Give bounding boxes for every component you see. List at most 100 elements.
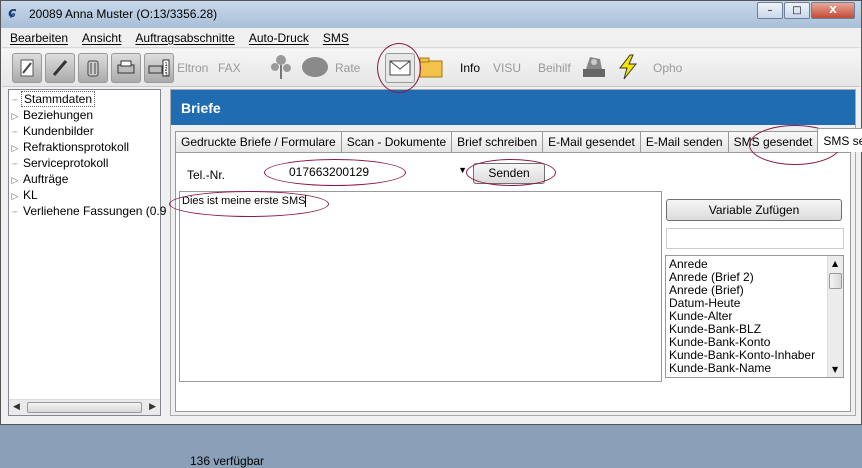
- menu-bearbeiten[interactable]: Bearbeiten: [10, 31, 68, 45]
- tab-gedruckte-briefe[interactable]: Gedruckte Briefe / Formulare: [175, 131, 342, 152]
- visu-label: VISU: [493, 61, 522, 75]
- fax-label: FAX: [218, 61, 241, 75]
- visu-button[interactable]: VISU: [493, 52, 521, 84]
- phone-number-value: 017663200129: [289, 165, 370, 179]
- letters-panel: Briefe Gedruckte Briefe / Formulare Scan…: [170, 89, 862, 468]
- phone-number-select[interactable]: 017663200129 ▼: [284, 163, 467, 183]
- opho-button[interactable]: Opho: [653, 52, 682, 84]
- title-bar: ɕ 20089 Anna Muster (O:13/3356.28) – □ X: [1, 1, 861, 28]
- trash-button[interactable]: [78, 52, 108, 84]
- maximize-button[interactable]: □: [784, 2, 810, 19]
- tree-item-kundenbilder[interactable]: ┈ Kundenbilder: [9, 124, 96, 140]
- pen-icon: [45, 53, 75, 83]
- tree-button[interactable]: [268, 52, 294, 84]
- variable-filter-input[interactable]: [666, 228, 844, 249]
- scroll-thumb[interactable]: [27, 402, 142, 413]
- info-button[interactable]: Info: [460, 52, 480, 84]
- sms-send-panel: Tel.-Nr. 017663200129 ▼ Senden Dies ist …: [175, 152, 851, 468]
- scroll-up-icon[interactable]: ▲: [832, 259, 838, 268]
- tree-item-label: Verliehene Fassungen (0.9: [23, 204, 167, 218]
- tree-item-kl[interactable]: ▷ KL: [9, 188, 40, 204]
- trash-icon: [78, 53, 108, 83]
- branch-icon: [268, 53, 294, 84]
- print-button[interactable]: [111, 52, 141, 84]
- tree-item-beziehungen[interactable]: ▷ Beziehungen: [9, 108, 95, 124]
- send-button[interactable]: Senden: [473, 163, 545, 184]
- tab-sms-senden[interactable]: SMS senden: [817, 128, 862, 152]
- folder-button[interactable]: [418, 52, 444, 84]
- close-button[interactable]: X: [811, 2, 855, 19]
- tab-scan-dokumente[interactable]: Scan - Dokumente: [340, 131, 453, 152]
- message-textarea[interactable]: Dies ist meine erste SMS: [179, 191, 662, 382]
- tree-item-auftraege[interactable]: ▷ Aufträge: [9, 172, 70, 188]
- print-series-icon: 123: [144, 53, 174, 83]
- panel-header: Briefe: [171, 90, 855, 125]
- minimize-button[interactable]: –: [757, 2, 783, 19]
- beihilf-label: Beihilf: [538, 61, 571, 75]
- chars-available-status: 136 verfügbar: [190, 454, 265, 468]
- expand-icon[interactable]: ▷: [9, 191, 21, 202]
- expand-icon[interactable]: ▷: [9, 111, 21, 122]
- scroll-down-icon[interactable]: ▼: [832, 365, 838, 374]
- scroll-left-icon[interactable]: ◀: [13, 402, 20, 412]
- menu-auto-druck[interactable]: Auto-Druck: [249, 31, 309, 45]
- scroll-thumb[interactable]: [829, 273, 842, 289]
- menu-bar: Bearbeiten Ansicht Auftragsabschnitte Au…: [2, 28, 860, 48]
- print-series-button[interactable]: 123: [144, 52, 174, 84]
- add-variable-button[interactable]: Variable Zufügen: [666, 199, 842, 221]
- letter-button[interactable]: [385, 52, 415, 84]
- envelope-icon: [385, 53, 415, 83]
- eltron-label: Eltron: [177, 61, 209, 75]
- message-text: Dies ist meine erste SMS: [182, 195, 306, 207]
- text-cursor: [305, 195, 307, 207]
- device-button[interactable]: [580, 52, 608, 84]
- folder-icon: [418, 55, 444, 82]
- tree-item-label: Kundenbilder: [23, 124, 94, 138]
- tel-label: Tel.-Nr.: [187, 168, 226, 182]
- horizontal-scrollbar[interactable]: ◀ ▶: [9, 399, 160, 415]
- tree-item-label: Aufträge: [23, 172, 69, 186]
- flash-button[interactable]: [617, 52, 639, 84]
- window-title: 20089 Anna Muster (O:13/3356.28): [29, 7, 218, 21]
- scroll-right-icon[interactable]: ▶: [149, 402, 156, 412]
- menu-auftragsabschnitte[interactable]: Auftragsabschnitte: [135, 31, 234, 45]
- application-window: ɕ 20089 Anna Muster (O:13/3356.28) – □ X…: [0, 0, 862, 468]
- tree-item-label: Serviceprotokoll: [23, 156, 109, 170]
- vertical-scrollbar[interactable]: ▲ ▼: [827, 256, 843, 377]
- chevron-down-icon[interactable]: ▼: [458, 165, 467, 175]
- tree-item-verliehene-fassungen[interactable]: ┈ Verliehene Fassungen (0.9: [9, 204, 168, 220]
- variable-list[interactable]: Anrede Anrede (Brief 2) Anrede (Brief) D…: [665, 255, 844, 378]
- app-icon: ɕ: [8, 5, 17, 21]
- tree-item-label: KL: [23, 188, 38, 202]
- list-item[interactable]: Kunde-Bank-Name: [669, 362, 771, 375]
- pen-button[interactable]: [45, 52, 75, 84]
- tab-email-senden[interactable]: E-Mail senden: [639, 131, 729, 152]
- tree-item-serviceprotokoll[interactable]: ┈ Serviceprotokoll: [9, 156, 110, 172]
- tree-item-refraktionsprotokoll[interactable]: ▷ Refraktionsprotokoll: [9, 140, 131, 156]
- tab-email-gesendet[interactable]: E-Mail gesendet: [542, 131, 641, 152]
- fax-button[interactable]: FAX: [218, 52, 241, 84]
- rate-button[interactable]: Rate: [335, 52, 360, 84]
- expand-icon[interactable]: ▷: [9, 143, 21, 154]
- device-icon: [580, 53, 608, 84]
- expand-icon[interactable]: ▷: [9, 175, 21, 186]
- opho-label: Opho: [653, 61, 683, 75]
- eltron-button[interactable]: Eltron: [177, 52, 208, 84]
- tab-brief-schreiben[interactable]: Brief schreiben: [451, 131, 544, 152]
- printer-icon: [111, 53, 141, 83]
- rate-label: Rate: [335, 61, 361, 75]
- document-edit-button[interactable]: [12, 52, 42, 84]
- window-controls: – □ X: [756, 2, 855, 19]
- menu-ansicht[interactable]: Ansicht: [82, 31, 121, 45]
- menu-sms[interactable]: SMS: [323, 31, 349, 45]
- tree-item-label: Beziehungen: [23, 108, 94, 122]
- beihilf-button[interactable]: Beihilf: [538, 52, 571, 84]
- tree-item-stammdaten[interactable]: ┈ Stammdaten: [9, 91, 96, 108]
- tab-bar: Gedruckte Briefe / Formulare Scan - Doku…: [175, 128, 862, 152]
- blob-icon: [300, 55, 330, 82]
- toolbar: 123 Eltron FAX Rate Info VISU Beihilf Op…: [2, 49, 860, 87]
- navigation-tree: ┈ Stammdaten ▷ Beziehungen ┈ Kundenbilder ▷…: [8, 89, 166, 416]
- tab-sms-gesendet[interactable]: SMS gesendet: [727, 131, 819, 152]
- rate-icon-button[interactable]: [300, 52, 330, 84]
- lightning-icon: [617, 54, 639, 83]
